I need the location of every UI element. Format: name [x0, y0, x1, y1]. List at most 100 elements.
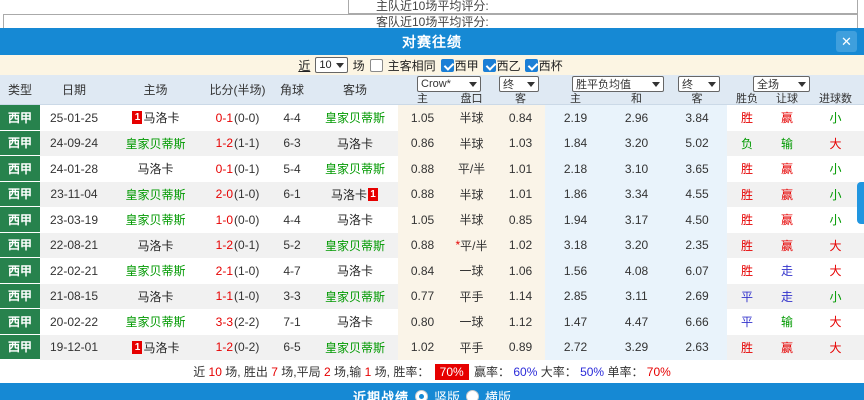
home-team: 皇家贝蒂斯 — [108, 207, 203, 233]
league-checkbox[interactable] — [524, 58, 538, 72]
league-checkbox[interactable] — [440, 58, 454, 72]
odds-home: 1.05 — [398, 207, 447, 233]
team-name: 皇家贝蒂斯 — [125, 136, 186, 151]
team-name: 马洛卡 — [143, 340, 180, 355]
avg-draw: 4.08 — [606, 258, 667, 284]
avg-home: 1.47 — [545, 309, 606, 335]
team-name: 皇家贝蒂斯 — [324, 111, 385, 126]
avg-away: 3.84 — [667, 105, 727, 131]
team-name: 皇家贝蒂斯 — [324, 238, 385, 253]
league-cell: 西甲 — [0, 207, 40, 233]
avg-select[interactable]: 胜平负均值 — [572, 76, 664, 92]
corner-score: 6-3 — [283, 136, 301, 151]
halftime-score: (1-1) — [234, 136, 260, 151]
subheader-goals: 进球数 — [819, 92, 852, 105]
avg-away: 4.55 — [667, 181, 727, 207]
result-cell: 胜 — [740, 264, 753, 279]
scope-select[interactable]: 全场 — [753, 76, 810, 92]
table-row: 西甲 24-01-28 马洛卡 0-1 (0-1) 5-4 皇家贝蒂斯 0.88 平/半 1.01… — [0, 156, 864, 182]
summary-segment: 大率： — [537, 365, 581, 379]
subheader-odds-away: 客 — [515, 92, 526, 105]
date-cell: 25-01-25 — [49, 110, 99, 125]
odds-away: 1.01 — [496, 181, 545, 207]
corner-score: 5-2 — [283, 238, 301, 253]
fulltime-score: 1-1 — [215, 289, 233, 304]
date-cell: 22-08-21 — [49, 238, 99, 253]
corner-score: 4-4 — [283, 212, 301, 227]
result-cell: 胜 — [740, 162, 753, 177]
close-icon: ✕ — [841, 33, 852, 49]
avg-away: 6.07 — [667, 258, 727, 284]
team-name: 马洛卡 — [336, 264, 373, 279]
summary-segment: 场, 胜出 — [221, 365, 272, 379]
odds-handicap: 平/半 — [447, 156, 496, 182]
odds-handicap: 平手 — [447, 283, 496, 309]
same-home-away-checkbox[interactable] — [369, 58, 383, 72]
goals-cell: 小 — [829, 162, 842, 177]
summary-segment: 场,平局 — [277, 365, 324, 379]
team-name: 皇家贝蒂斯 — [125, 213, 186, 228]
subheader-handicap-result: 让球 — [776, 92, 798, 105]
handicap-text: 平手 — [459, 289, 484, 304]
near-label: 近 — [298, 58, 311, 73]
summary-segment: 近 — [193, 365, 209, 379]
handicap-text: 半球 — [459, 187, 484, 202]
odds-final-select[interactable]: 终 — [499, 76, 539, 92]
avg-away: 5.02 — [667, 130, 727, 156]
header-home: 主场 — [143, 83, 168, 97]
avg-final-select[interactable]: 终 — [678, 76, 720, 92]
match-score: 0-1 (0-0) — [203, 105, 272, 131]
bg-row-away-rating: 客队近10场平均评分: — [0, 14, 864, 29]
handicap-text: 平/半 — [457, 162, 486, 177]
handicap-text: 一球 — [459, 264, 484, 279]
odds-home: 0.88 — [398, 181, 447, 207]
summary-segment: 70% — [646, 364, 671, 379]
scrollbar-handle[interactable] — [857, 182, 864, 224]
match-score: 0-1 (0-1) — [203, 156, 272, 182]
goals-cell: 大 — [829, 238, 842, 253]
summary-segment: 7 — [271, 364, 278, 379]
odds-company-value: Crow* — [421, 78, 451, 90]
league-cell: 西甲 — [0, 181, 40, 207]
summary-segment: 70% — [434, 363, 469, 380]
handicap-text: 一球 — [459, 315, 484, 330]
layout-radio-horizontal[interactable] — [466, 390, 479, 400]
handicap-text: 半球 — [459, 111, 484, 126]
match-score: 1-2 (1-1) — [203, 131, 272, 157]
result-cell: 负 — [740, 136, 753, 151]
handicap-result-cell: 赢 — [780, 238, 793, 253]
avg-home: 2.85 — [545, 283, 606, 309]
halftime-score: (0-1) — [234, 238, 260, 253]
away-team: 皇家贝蒂斯 — [312, 233, 398, 259]
summary-segment: 2 — [323, 364, 331, 379]
match-count-select[interactable]: 10 — [315, 57, 348, 73]
halftime-score: (0-2) — [234, 340, 260, 355]
goals-cell: 小 — [829, 187, 842, 202]
league-checkbox[interactable] — [482, 58, 496, 72]
league-cell: 西甲 — [0, 105, 40, 131]
close-button[interactable]: ✕ — [836, 31, 857, 52]
handicap-result-cell: 走 — [780, 264, 793, 279]
match-score: 1-2 (0-2) — [203, 335, 272, 361]
layout-vertical-label: 竖版 — [433, 390, 460, 400]
match-score: 2-0 (1-0) — [203, 182, 272, 208]
avg-draw: 2.96 — [606, 105, 667, 131]
avg-draw: 3.34 — [606, 181, 667, 207]
home-team: 马洛卡 — [108, 284, 203, 310]
subheader-odds-handicap: 盘口 — [460, 92, 483, 105]
odds-handicap: 平手 — [447, 334, 496, 360]
summary-bar: 近 10 场, 胜出 7 场,平局 2 场,输 1 场, 胜率： 70% 赢率：… — [0, 360, 864, 383]
result-cell: 胜 — [740, 187, 753, 202]
odds-handicap: 一球 — [447, 309, 496, 335]
odds-home: 0.80 — [398, 309, 447, 335]
odds-home: 0.88 — [398, 156, 447, 182]
subheader-avg-home: 主 — [570, 92, 581, 105]
layout-radio-vertical[interactable] — [414, 390, 428, 400]
date-cell: 19-12-01 — [49, 340, 99, 355]
avg-draw: 3.11 — [606, 283, 667, 309]
table-row: 西甲 22-08-21 马洛卡 1-2 (0-1) 5-2 皇家贝蒂斯 0.88 * 平/半 1.0… — [0, 232, 864, 259]
avg-draw: 3.29 — [606, 334, 667, 360]
result-cell: 胜 — [740, 111, 753, 126]
odds-company-select[interactable]: Crow* — [417, 76, 481, 92]
result-cell: 平 — [740, 315, 753, 330]
